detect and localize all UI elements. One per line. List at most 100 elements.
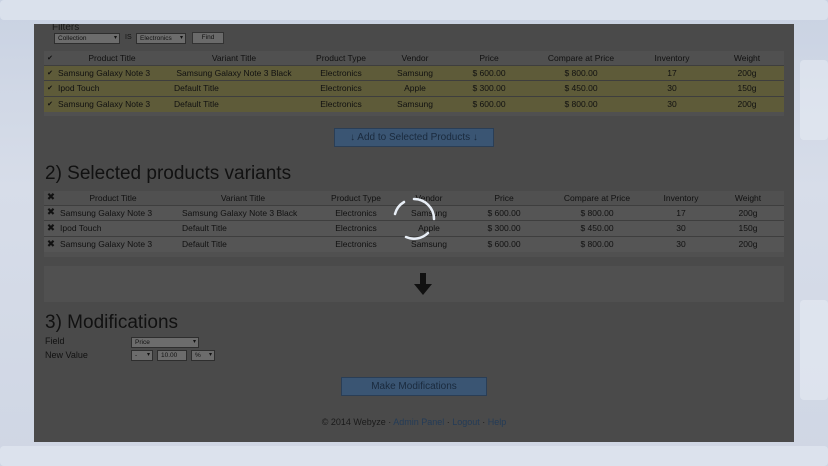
cell-inventory: 30 <box>650 235 712 252</box>
cell-variant-title: Samsung Galaxy Note 3 Black <box>166 64 302 81</box>
column-header: Price <box>450 51 528 66</box>
footer: © 2014 Webyze · Admin Panel · Logout · H… <box>34 417 794 427</box>
row-checkbox[interactable]: ✔ <box>44 95 56 112</box>
cell-price: $ 600.00 <box>464 235 544 252</box>
cell-inventory: 17 <box>650 204 712 221</box>
admin-panel-link[interactable]: Admin Panel <box>393 417 444 427</box>
chevron-down-icon: ▾ <box>146 352 150 358</box>
operator-select[interactable]: - ▾ <box>131 350 153 361</box>
remove-row-button[interactable]: ✖ <box>44 220 58 236</box>
cell-vendor: Samsung <box>380 95 450 112</box>
x-icon: ✖ <box>46 207 56 219</box>
check-icon: ✔ <box>47 69 53 77</box>
column-header: Price <box>464 191 544 206</box>
x-icon: ✖ <box>46 192 56 204</box>
arrow-strip <box>44 266 784 302</box>
separator: · <box>479 417 488 427</box>
cell-product-type: Electronics <box>318 220 394 236</box>
cell-compare-price: $ 450.00 <box>544 220 650 236</box>
column-header: Weight <box>710 51 784 66</box>
chevron-down-icon: ▾ <box>192 339 196 345</box>
table-row[interactable]: ✔ Ipod Touch Default Title Electronics A… <box>44 80 784 96</box>
chevron-down-icon: ▾ <box>113 35 117 41</box>
cell-product-title: Ipod Touch <box>58 220 168 236</box>
amount-input[interactable]: 10.00 <box>157 350 187 361</box>
column-header: Vendor <box>380 51 450 66</box>
cell-weight: 200g <box>712 235 784 252</box>
find-button[interactable]: Find <box>192 32 224 44</box>
column-header: Compare at Price <box>544 191 650 206</box>
cell-variant-title: Default Title <box>168 220 318 236</box>
cell-product-type: Electronics <box>302 64 380 81</box>
filters-label: Filters <box>52 24 80 33</box>
filter-value-select[interactable]: Electronics ▾ <box>136 33 186 44</box>
cell-weight: 150g <box>712 220 784 236</box>
x-icon: ✖ <box>46 222 56 234</box>
select-all-checkbox[interactable]: ✔ <box>44 51 56 66</box>
add-to-selected-button[interactable]: ↓ Add to Selected Products ↓ <box>334 128 494 147</box>
cell-vendor: Apple <box>380 80 450 96</box>
field-label: Field <box>45 336 65 346</box>
spinner-icon <box>393 197 436 240</box>
cell-price: $ 300.00 <box>464 220 544 236</box>
cell-variant-title: Samsung Galaxy Note 3 Black <box>168 204 318 221</box>
column-header: Product Type <box>302 51 380 66</box>
cell-product-title: Ipod Touch <box>56 80 166 96</box>
column-header: Inventory <box>650 191 712 206</box>
cell-inventory: 17 <box>634 64 710 81</box>
filter-operator-label: IS <box>125 34 132 41</box>
cell-product-type: Electronics <box>318 235 394 252</box>
help-link[interactable]: Help <box>488 417 507 427</box>
cell-compare-price: $ 800.00 <box>544 204 650 221</box>
cell-price: $ 600.00 <box>450 95 528 112</box>
cell-product-title: Samsung Galaxy Note 3 <box>56 95 166 112</box>
column-header: Inventory <box>634 51 710 66</box>
backdrop-block <box>0 0 828 20</box>
search-results-table: ✔ Product Title Variant Title Product Ty… <box>44 51 784 112</box>
check-icon: ✔ <box>47 54 53 62</box>
unit-select[interactable]: % ▾ <box>191 350 215 361</box>
remove-row-button[interactable]: ✖ <box>44 204 58 221</box>
cell-variant-title: Default Title <box>166 80 302 96</box>
filter-field-select[interactable]: Collection ▾ <box>54 33 120 44</box>
cell-compare-price: $ 800.00 <box>544 235 650 252</box>
chevron-down-icon: ▾ <box>208 352 212 358</box>
cell-product-title: Samsung Galaxy Note 3 <box>56 64 166 81</box>
cell-weight: 200g <box>710 95 784 112</box>
cell-variant-title: Default Title <box>166 95 302 112</box>
table-row[interactable]: ✔ Samsung Galaxy Note 3 Samsung Galaxy N… <box>44 64 784 81</box>
remove-all-button[interactable]: ✖ <box>44 191 58 206</box>
cell-weight: 200g <box>712 204 784 221</box>
check-icon: ✔ <box>47 85 53 93</box>
section-title-modifications: 3) Modifications <box>45 312 179 333</box>
section-title-selected: 2) Selected products variants <box>45 163 292 184</box>
table-row[interactable]: ✔ Samsung Galaxy Note 3 Default Title El… <box>44 95 784 112</box>
cell-weight: 150g <box>710 80 784 96</box>
remove-row-button[interactable]: ✖ <box>44 235 58 252</box>
cell-product-title: Samsung Galaxy Note 3 <box>58 235 168 252</box>
row-checkbox[interactable]: ✔ <box>44 64 56 81</box>
cell-product-type: Electronics <box>302 95 380 112</box>
app-window: Filters Collection ▾ IS Electronics ▾ Find… <box>34 24 794 442</box>
make-modifications-button[interactable]: Make Modifications <box>341 377 487 396</box>
backdrop-block <box>800 300 828 400</box>
search-results-panel: ✔ Product Title Variant Title Product Ty… <box>44 51 784 116</box>
cell-compare-price: $ 450.00 <box>528 80 634 96</box>
modification-field-select[interactable]: Price ▾ <box>131 337 199 348</box>
column-header: Variant Title <box>166 51 302 66</box>
column-header: Product Title <box>56 51 166 66</box>
x-icon: ✖ <box>46 238 56 250</box>
cell-product-title: Samsung Galaxy Note 3 <box>58 204 168 221</box>
cell-product-type: Electronics <box>302 80 380 96</box>
cell-price: $ 300.00 <box>450 80 528 96</box>
column-header: Compare at Price <box>528 51 634 66</box>
cell-inventory: 30 <box>634 80 710 96</box>
logout-link[interactable]: Logout <box>452 417 480 427</box>
cell-compare-price: $ 800.00 <box>528 64 634 81</box>
column-header: Product Title <box>58 191 168 206</box>
new-value-label: New Value <box>45 350 88 360</box>
cell-inventory: 30 <box>634 95 710 112</box>
cell-price: $ 600.00 <box>464 204 544 221</box>
row-checkbox[interactable]: ✔ <box>44 80 56 96</box>
cell-price: $ 600.00 <box>450 64 528 81</box>
